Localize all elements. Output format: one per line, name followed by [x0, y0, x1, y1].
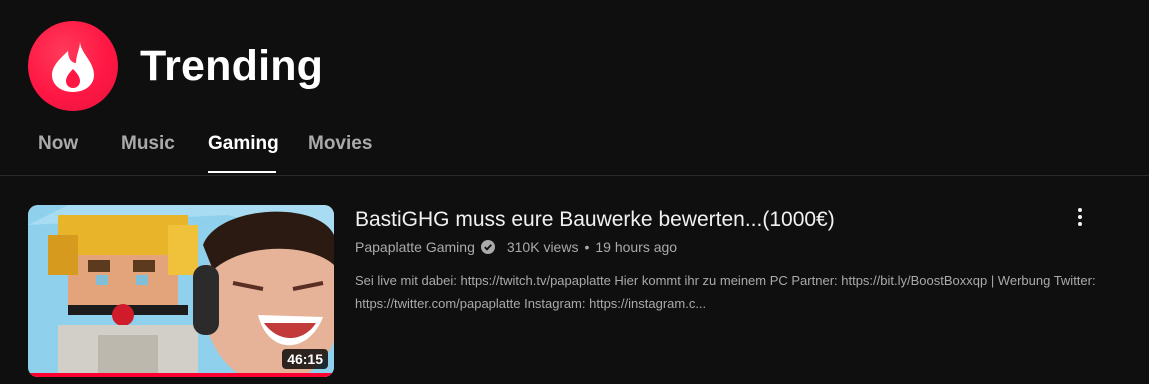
view-count: 310K views — [506, 239, 579, 255]
video-title[interactable]: BastiGHG muss eure Bauwerke bewerten...(… — [355, 206, 1075, 234]
more-vert-icon[interactable] — [1068, 203, 1092, 231]
video-description: Sei live mit dabei: https://twitch.tv/pa… — [355, 273, 1096, 311]
video-thumbnail[interactable]: 46:15 — [28, 205, 334, 377]
video-metadata: Papaplatte Gaming 310K views • 19 hours … — [355, 239, 1075, 255]
trending-tabs: Now Music Gaming Movies — [28, 128, 382, 174]
tab-music[interactable]: Music — [111, 128, 198, 169]
channel-name[interactable]: Papaplatte Gaming — [355, 239, 475, 255]
verified-badge-icon — [480, 240, 495, 254]
meta-separator: • — [584, 239, 590, 255]
upload-age: 19 hours ago — [595, 239, 678, 255]
tab-now[interactable]: Now — [28, 128, 111, 169]
tab-gaming[interactable]: Gaming — [198, 128, 298, 173]
page-header: Trending — [28, 20, 323, 112]
page-title: Trending — [140, 41, 324, 90]
tab-movies[interactable]: Movies — [298, 128, 382, 169]
video-duration: 46:15 — [282, 349, 328, 369]
watch-progress-bar — [28, 373, 334, 377]
trending-flame-icon — [28, 21, 118, 111]
tabs-divider — [0, 175, 1149, 176]
video-info: BastiGHG muss eure Bauwerke bewerten...(… — [355, 206, 1096, 315]
